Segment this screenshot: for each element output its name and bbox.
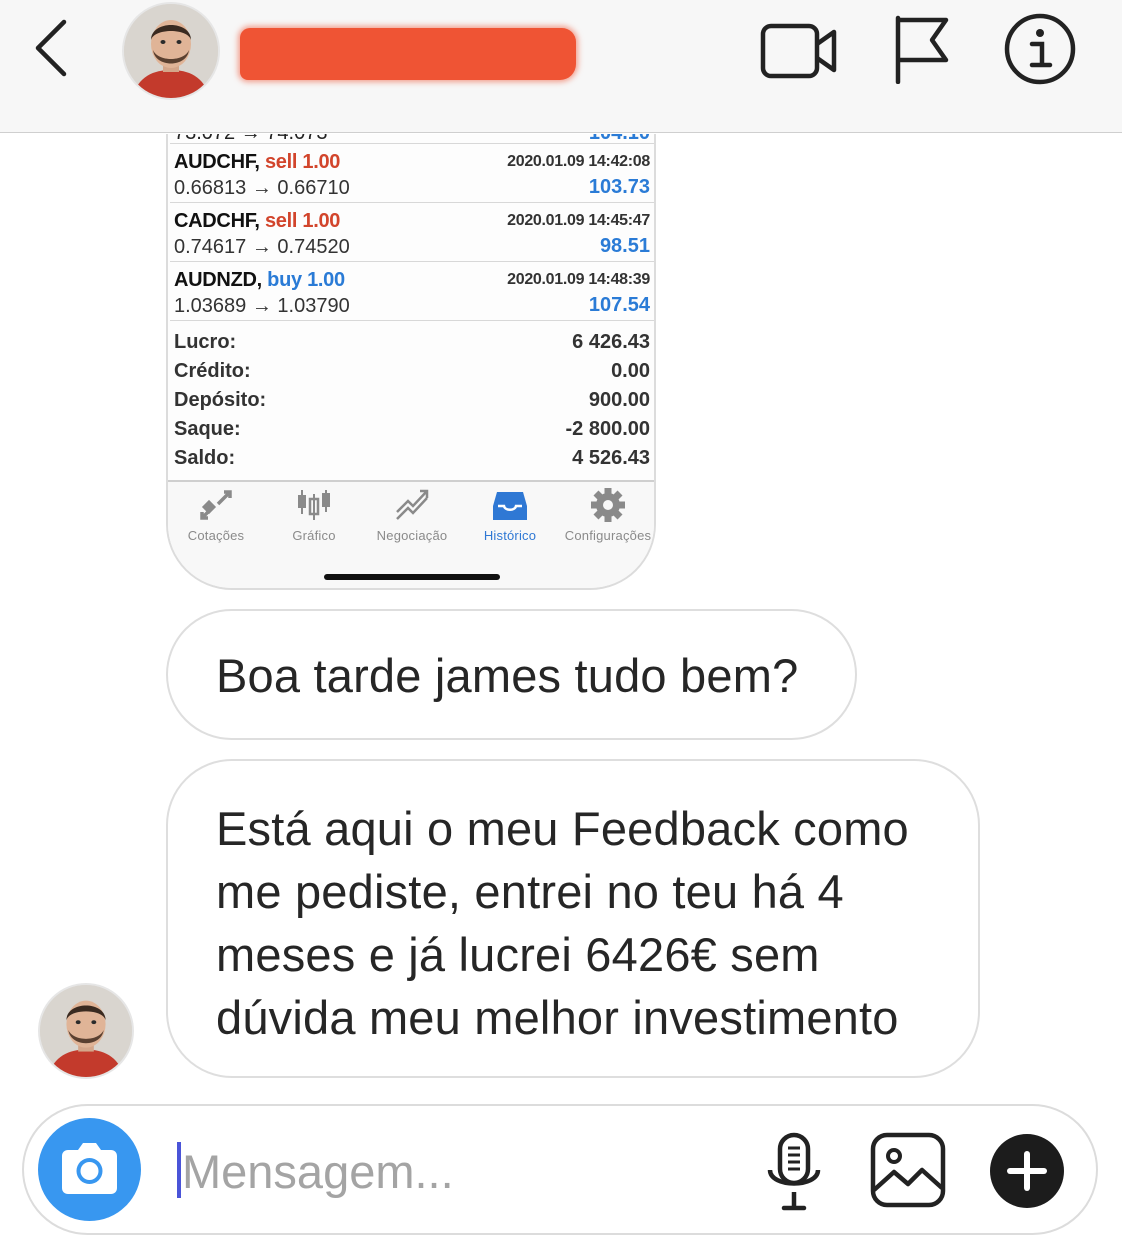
text-cursor	[177, 1142, 181, 1198]
tab-label: Configurações	[564, 528, 652, 543]
trade-history-list: 73.072 → 74.073 104.10 AUDCHF, sell 1.00…	[170, 134, 654, 472]
trade-prices: 0.66813 → 0.66710	[174, 177, 350, 199]
summary-row-profit: Lucro: 6 426.43	[170, 327, 654, 356]
trade-side: sell	[264, 151, 298, 173]
gallery-image-icon[interactable]	[870, 1132, 946, 1208]
tab-label: Cotações	[187, 528, 245, 543]
microphone-icon[interactable]	[764, 1132, 824, 1212]
tab-trade: Negociação	[364, 488, 460, 543]
sender-avatar[interactable]	[38, 983, 134, 1079]
trade-profit: 103.73	[588, 176, 650, 198]
trade-row-partial: 73.072 → 74.073 104.10	[170, 134, 654, 144]
summary-label: Saque:	[174, 418, 241, 440]
trade-icon	[396, 489, 429, 520]
camera-icon	[62, 1143, 117, 1194]
trade-lots: 1.00	[302, 210, 341, 232]
message-bubble[interactable]: Está aqui o meu Feedback como me pediste…	[166, 759, 980, 1078]
info-icon[interactable]	[1003, 12, 1077, 86]
flag-icon[interactable]	[890, 12, 952, 84]
profile-photo	[124, 4, 218, 98]
tab-quotes: Cotações	[168, 488, 264, 543]
summary-label: Crédito:	[174, 360, 251, 382]
home-indicator	[324, 574, 500, 580]
trade-datetime: 2020.01.09 14:48:39	[507, 271, 650, 288]
trade-profit: 104.10	[589, 134, 650, 143]
tab-label: Negociação	[376, 528, 448, 543]
tab-label: Histórico	[483, 528, 537, 543]
summary-row-balance: Saldo: 4 526.43	[170, 443, 654, 472]
trade-lots: 1.00	[302, 151, 341, 173]
trade-lots: 1.00	[307, 269, 345, 291]
trade-datetime: 2020.01.09 14:45:47	[507, 212, 650, 229]
summary-value: -2 800.00	[565, 418, 650, 440]
trade-row: CADCHF, sell 1.00 2020.01.09 14:45:47 0.…	[170, 203, 654, 262]
tab-label: Gráfico	[292, 528, 336, 543]
summary-row-withdrawal: Saque: -2 800.00	[170, 414, 654, 443]
tab-settings: Configurações	[560, 488, 654, 543]
profile-photo	[40, 985, 132, 1077]
shared-screenshot[interactable]: 73.072 → 74.073 104.10 AUDCHF, sell 1.00…	[166, 134, 656, 590]
avatar[interactable]	[122, 2, 220, 100]
tab-chart: Gráfico	[266, 488, 362, 543]
message-composer	[22, 1104, 1098, 1235]
message-line: dúvida meu melhor investimento	[216, 991, 899, 1044]
camera-button[interactable]	[38, 1118, 141, 1221]
message-bubble[interactable]: Boa tarde james tudo bem?	[166, 609, 857, 740]
account-summary: Lucro: 6 426.43 Crédito: 0.00 Depósito: …	[170, 321, 654, 472]
summary-value: 900.00	[588, 389, 650, 411]
summary-value: 4 526.43	[572, 447, 650, 469]
trade-symbol: AUDCHF,	[174, 151, 260, 173]
trade-profit: 107.54	[588, 294, 650, 316]
message-line: me pediste, entrei no teu há 4	[216, 865, 844, 918]
plus-icon	[1007, 1151, 1047, 1191]
add-button[interactable]	[990, 1134, 1064, 1208]
settings-gear-icon	[591, 488, 625, 522]
redacted-username	[240, 28, 576, 80]
summary-label: Saldo:	[174, 447, 236, 469]
summary-label: Depósito:	[174, 389, 267, 411]
trade-side: sell	[264, 210, 298, 232]
trade-side: buy	[267, 269, 302, 291]
trade-row: AUDCHF, sell 1.00 2020.01.09 14:42:08 0.…	[170, 144, 654, 203]
trade-prices: 0.74617 → 0.74520	[174, 236, 350, 258]
message-input[interactable]	[182, 1136, 742, 1206]
trade-prices: 73.072 → 74.073	[174, 134, 327, 143]
message-line: meses e já lucrei 6426€ sem	[216, 928, 820, 981]
message-line: Está aqui o meu Feedback como	[216, 802, 909, 855]
trade-profit: 98.51	[599, 235, 650, 257]
summary-label: Lucro:	[174, 331, 237, 353]
trade-datetime: 2020.01.09 14:42:08	[507, 153, 650, 170]
summary-value: 6 426.43	[572, 331, 650, 353]
trade-row: AUDNZD, buy 1.00 2020.01.09 14:48:39 1.0…	[170, 262, 654, 321]
app-tab-bar: Cotações Gráfico Negociação Histórico Co…	[168, 480, 654, 588]
summary-value: 0.00	[611, 360, 650, 382]
trade-symbol: CADCHF,	[174, 210, 260, 232]
quotes-icon	[200, 490, 232, 520]
chat-header	[0, 0, 1122, 133]
trade-prices: 1.03689 → 1.03790	[174, 295, 350, 317]
chevron-left-icon[interactable]	[30, 18, 80, 78]
history-inbox-icon	[493, 492, 527, 520]
candlestick-chart-icon	[298, 490, 330, 520]
tab-history: Histórico	[462, 488, 558, 543]
video-call-icon[interactable]	[760, 22, 838, 80]
summary-row-credit: Crédito: 0.00	[170, 356, 654, 385]
trade-symbol: AUDNZD,	[174, 269, 262, 291]
summary-row-deposit: Depósito: 900.00	[170, 385, 654, 414]
message-text: Boa tarde james tudo bem?	[216, 649, 799, 702]
